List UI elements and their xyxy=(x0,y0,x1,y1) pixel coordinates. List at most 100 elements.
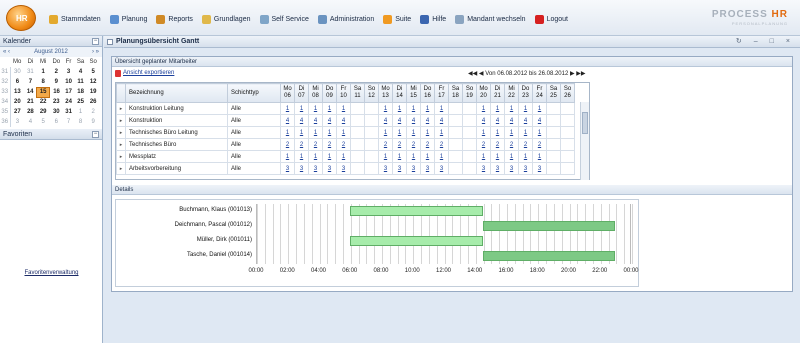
calendar-day[interactable]: 5 xyxy=(37,117,50,127)
day-count-cell[interactable]: 4 xyxy=(378,114,393,127)
day-count-cell[interactable]: 1 xyxy=(434,102,449,115)
calendar-day[interactable]: 30 xyxy=(10,67,24,77)
day-count-cell[interactable]: 1 xyxy=(336,150,351,163)
menu-item-planung[interactable]: Planung xyxy=(107,12,154,26)
day-count-cell[interactable]: 1 xyxy=(294,150,309,163)
day-count-cell[interactable]: 1 xyxy=(420,150,435,163)
day-count-cell[interactable]: 4 xyxy=(518,114,533,127)
day-count-cell[interactable]: 2 xyxy=(518,138,533,151)
day-count-cell[interactable]: 2 xyxy=(532,138,547,151)
calendar-day[interactable]: 3 xyxy=(10,117,24,127)
calendar-day[interactable]: 4 xyxy=(74,67,87,77)
day-count-cell[interactable]: 2 xyxy=(280,138,295,151)
expand-arrow-icon[interactable]: ▸ xyxy=(116,102,126,115)
calendar-day[interactable]: 29 xyxy=(37,107,50,117)
calendar-day[interactable]: 7 xyxy=(63,117,74,127)
day-count-cell[interactable]: 3 xyxy=(322,162,337,175)
day-count-cell[interactable]: 3 xyxy=(392,162,407,175)
day-count-cell[interactable]: 1 xyxy=(378,126,393,139)
day-count-cell[interactable]: 3 xyxy=(532,162,547,175)
table-row[interactable]: ▸ Arbeitsvorbereitung Alle 3 3 3 3 3 3 3 3 3 3 3 3 3 3 3 xyxy=(116,162,575,175)
day-count-cell[interactable]: 1 xyxy=(322,126,337,139)
export-link[interactable]: Ansicht exportieren xyxy=(115,70,174,77)
calendar-day[interactable]: 14 xyxy=(24,87,36,97)
col-header-type[interactable]: Schichttyp xyxy=(227,83,281,103)
day-count-cell[interactable]: 1 xyxy=(392,150,407,163)
day-count-cell[interactable]: 4 xyxy=(336,114,351,127)
calendar-day[interactable]: 4 xyxy=(24,117,36,127)
day-count-cell[interactable]: 1 xyxy=(406,102,421,115)
next-month-button[interactable]: › » xyxy=(92,47,99,57)
calendar-day[interactable]: 26 xyxy=(87,97,100,107)
calendar-day[interactable]: 27 xyxy=(10,107,24,117)
day-count-cell[interactable]: 3 xyxy=(504,162,519,175)
menu-item-grundlagen[interactable]: Grundlagen xyxy=(199,12,257,26)
table-row[interactable]: ▸ Konstruktion Alle 4 4 4 4 4 4 4 4 4 4 4 4 4 4 4 xyxy=(116,114,575,127)
day-count-cell[interactable]: 4 xyxy=(322,114,337,127)
day-count-cell[interactable]: 3 xyxy=(476,162,491,175)
day-count-cell[interactable]: 3 xyxy=(406,162,421,175)
calendar-day[interactable]: 17 xyxy=(63,87,74,97)
calendar-day[interactable]: 22 xyxy=(37,97,50,107)
day-count-cell[interactable]: 1 xyxy=(476,102,491,115)
day-count-cell[interactable]: 2 xyxy=(308,138,323,151)
day-count-cell[interactable]: 4 xyxy=(434,114,449,127)
gantt-bar[interactable] xyxy=(349,206,483,216)
first-page-icon[interactable]: ◀◀ xyxy=(468,71,477,77)
day-count-cell[interactable]: 3 xyxy=(294,162,309,175)
table-scrollbar[interactable] xyxy=(580,102,589,180)
day-count-cell[interactable]: 2 xyxy=(378,138,393,151)
day-count-cell[interactable]: 1 xyxy=(294,126,309,139)
day-count-cell[interactable]: 1 xyxy=(434,126,449,139)
calendar-day[interactable]: 1 xyxy=(37,67,50,77)
calendar-day[interactable]: 12 xyxy=(87,77,100,87)
day-count-cell[interactable]: 1 xyxy=(518,150,533,163)
day-count-cell[interactable]: 1 xyxy=(532,150,547,163)
day-count-cell[interactable]: 4 xyxy=(476,114,491,127)
day-count-cell[interactable]: 4 xyxy=(490,114,505,127)
minimize-icon[interactable]: – xyxy=(754,36,758,48)
calendar-day[interactable]: 9 xyxy=(50,77,63,87)
day-count-cell[interactable]: 1 xyxy=(420,126,435,139)
calendar-day[interactable]: 9 xyxy=(87,117,100,127)
day-count-cell[interactable]: 2 xyxy=(434,138,449,151)
day-count-cell[interactable]: 2 xyxy=(406,138,421,151)
calendar-day[interactable]: 8 xyxy=(37,77,50,87)
day-count-cell[interactable]: 2 xyxy=(294,138,309,151)
calendar-day[interactable]: 6 xyxy=(50,117,63,127)
day-count-cell[interactable]: 1 xyxy=(490,102,505,115)
day-count-cell[interactable]: 2 xyxy=(490,138,505,151)
day-count-cell[interactable]: 1 xyxy=(406,126,421,139)
calendar-day[interactable]: 5 xyxy=(87,67,100,77)
gantt-bar[interactable] xyxy=(349,236,483,246)
col-header-name[interactable]: Bezeichnung xyxy=(125,83,228,103)
calendar-day[interactable]: 21 xyxy=(24,97,36,107)
day-count-cell[interactable]: 1 xyxy=(518,102,533,115)
calendar-day[interactable]: 28 xyxy=(24,107,36,117)
day-count-cell[interactable]: 3 xyxy=(280,162,295,175)
day-count-cell[interactable]: 4 xyxy=(308,114,323,127)
day-count-cell[interactable]: 1 xyxy=(336,126,351,139)
day-count-cell[interactable]: 1 xyxy=(322,150,337,163)
maximize-icon[interactable]: □ xyxy=(770,36,774,48)
next-page-icon[interactable]: ▶ xyxy=(570,71,575,77)
day-count-cell[interactable]: 2 xyxy=(392,138,407,151)
collapse-favorites-button[interactable]: − xyxy=(92,131,99,138)
day-count-cell[interactable]: 1 xyxy=(280,126,295,139)
day-count-cell[interactable]: 4 xyxy=(294,114,309,127)
day-count-cell[interactable]: 4 xyxy=(504,114,519,127)
day-count-cell[interactable]: 3 xyxy=(518,162,533,175)
day-count-cell[interactable]: 1 xyxy=(476,150,491,163)
gantt-bar[interactable] xyxy=(482,221,616,231)
day-count-cell[interactable]: 1 xyxy=(504,126,519,139)
favorites-management-link[interactable]: Favoritenverwaltung xyxy=(0,270,103,276)
calendar-day[interactable]: 15 xyxy=(36,86,51,98)
day-count-cell[interactable]: 4 xyxy=(392,114,407,127)
menu-item-mandant-wechseln[interactable]: Mandant wechseln xyxy=(452,12,531,26)
expand-arrow-icon[interactable]: ▸ xyxy=(116,138,126,151)
expand-arrow-icon[interactable]: ▸ xyxy=(116,150,126,163)
expand-arrow-icon[interactable]: ▸ xyxy=(116,126,126,139)
collapse-calendar-button[interactable]: − xyxy=(92,38,99,45)
day-count-cell[interactable]: 2 xyxy=(476,138,491,151)
day-count-cell[interactable]: 2 xyxy=(322,138,337,151)
